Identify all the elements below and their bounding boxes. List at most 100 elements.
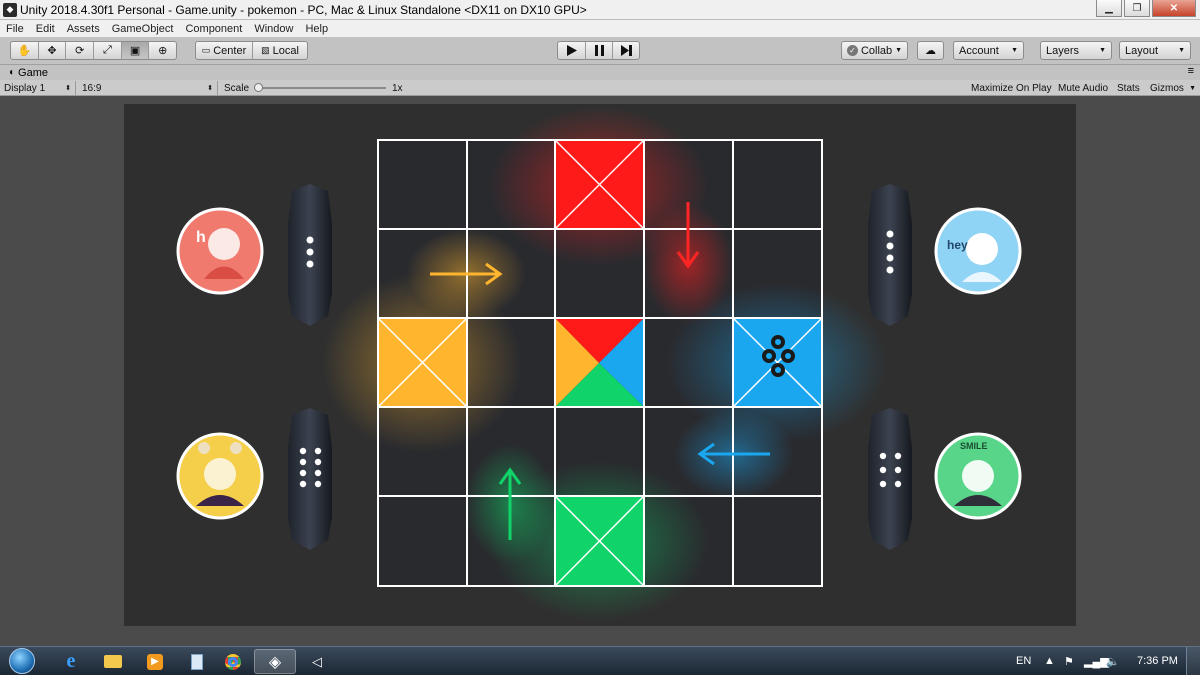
show-desktop-button[interactable]	[1186, 647, 1200, 675]
layout-dropdown[interactable]: Layout ▼	[1119, 41, 1191, 60]
menu-file[interactable]: File	[0, 23, 30, 35]
menu-component[interactable]: Component	[179, 23, 248, 35]
folder-icon	[104, 655, 122, 668]
maximize-on-play-toggle[interactable]: Maximize On Play	[971, 81, 1052, 95]
volume-icon[interactable]: 🔈	[1106, 647, 1120, 675]
game-tab[interactable]: Game	[18, 67, 48, 79]
internet-explorer-icon: e	[66, 650, 76, 672]
windows-orb-icon	[9, 648, 35, 674]
collab-dropdown[interactable]: ✓ Collab ▼	[841, 41, 908, 60]
chrome-icon	[225, 653, 241, 670]
hand-tool-button[interactable]: ✋	[11, 42, 39, 59]
close-button[interactable]: ✕	[1152, 0, 1196, 17]
pause-button[interactable]	[586, 42, 613, 59]
menu-edit[interactable]: Edit	[30, 23, 61, 35]
player-green-avatar[interactable]: SMILE	[934, 432, 1022, 520]
window-title: Unity 2018.4.30f1 Personal - Game.unity …	[20, 2, 587, 17]
taskbar-media[interactable]: ▶	[134, 649, 176, 674]
pivot-center-label: Center	[213, 44, 247, 57]
taskbar-app[interactable]: ◁	[296, 649, 338, 674]
game-viewport[interactable]: h hey SMILE	[0, 96, 1200, 646]
aspect-label: 16:9	[82, 82, 102, 94]
transform-tool-button[interactable]: ⊕	[149, 42, 176, 59]
svg-text:SMILE: SMILE	[960, 441, 988, 451]
move-tool-button[interactable]: ✥	[39, 42, 67, 59]
taskbar-ie[interactable]: e	[50, 649, 92, 674]
center-goal-tile[interactable]	[555, 318, 644, 407]
display-dropdown[interactable]: Display 1 ⬍	[4, 81, 76, 95]
red-home-tile[interactable]	[554, 139, 645, 230]
dropdown-arrow-icon: ▼	[895, 47, 902, 54]
player-blue-avatar[interactable]: hey	[934, 207, 1022, 295]
taskbar-chrome[interactable]	[212, 649, 254, 674]
play-icon	[566, 45, 577, 56]
cloud-icon: ☁	[925, 45, 936, 57]
scale-tool-button[interactable]: ⤢	[94, 42, 122, 59]
hand-icon: ✋	[17, 45, 32, 57]
scale-slider-track	[254, 87, 386, 89]
cloud-button[interactable]: ☁	[917, 41, 944, 60]
play-button[interactable]	[558, 42, 586, 59]
player-red-dice[interactable]	[288, 184, 332, 326]
windows-taskbar: e ▶ ◈ ◁ EN ▲ ⚑ ▂▄▆ 🔈 7:36 PM	[0, 646, 1200, 675]
gizmos-label: Gizmos	[1150, 82, 1184, 94]
player-green-dice[interactable]	[868, 408, 912, 550]
move-icon: ✥	[47, 45, 57, 57]
pivot-center-button[interactable]: ▭ Center	[196, 42, 253, 59]
taskbar-unity[interactable]: ◈	[254, 649, 296, 674]
player-yellow-dice[interactable]	[288, 408, 332, 550]
title-bar: ◆ Unity 2018.4.30f1 Personal - Game.unit…	[0, 0, 1200, 20]
collab-label: Collab	[860, 44, 893, 57]
player-blue-dice[interactable]	[868, 184, 912, 326]
flag-icon[interactable]: ⚑	[1064, 647, 1074, 675]
menu-assets[interactable]: Assets	[61, 23, 106, 35]
check-icon: ✓	[847, 45, 858, 56]
menu-gameobject[interactable]: GameObject	[106, 23, 180, 35]
pivot-icon: ▭	[201, 45, 211, 55]
step-button[interactable]	[613, 42, 639, 59]
blue-home-tile[interactable]	[732, 317, 823, 408]
start-button[interactable]	[4, 647, 40, 675]
main-toolbar: ✋ ✥ ⟳ ⤢ ▣ ⊕ ▭ Center ▧ Local ✓ Collab ▼ ☁ …	[0, 37, 1200, 65]
language-indicator[interactable]: EN	[1016, 647, 1031, 675]
rect-tool-button[interactable]: ▣	[121, 42, 150, 59]
player-yellow-avatar[interactable]	[176, 432, 264, 520]
game-render-area: h hey SMILE	[124, 104, 1076, 626]
menu-window[interactable]: Window	[248, 23, 299, 35]
layers-label: Layers	[1046, 44, 1080, 57]
rotate-tool-button[interactable]: ⟳	[66, 42, 95, 59]
tab-menu-icon[interactable]: ≡	[1188, 65, 1194, 77]
unity-icon: ◈	[268, 653, 282, 671]
gizmos-dropdown[interactable]: Gizmos ▼	[1150, 81, 1196, 95]
layers-dropdown[interactable]: Layers ▼	[1040, 41, 1112, 60]
notepad-icon	[191, 653, 203, 670]
aspect-dropdown[interactable]: 16:9 ⬍	[82, 81, 218, 95]
display-label: Display 1	[4, 82, 46, 94]
game-tab-icon: ◖	[8, 67, 15, 78]
scale-slider-thumb[interactable]	[254, 83, 263, 92]
menu-help[interactable]: Help	[299, 23, 334, 35]
stepper-arrows-icon: ⬍	[65, 85, 71, 92]
yellow-home-tile[interactable]	[377, 317, 468, 408]
svg-text:h: h	[196, 229, 206, 246]
player-red-avatar[interactable]: h	[176, 207, 264, 295]
pivot-local-button[interactable]: ▧ Local	[253, 42, 307, 59]
scale-slider[interactable]	[254, 81, 386, 95]
minimize-button[interactable]: ▁	[1096, 0, 1122, 17]
taskbar-explorer[interactable]	[92, 649, 134, 674]
game-view-bar: Display 1 ⬍ 16:9 ⬍ Scale 1x Maximize On …	[0, 80, 1200, 96]
restore-button[interactable]: ❐	[1124, 0, 1150, 17]
mute-audio-toggle[interactable]: Mute Audio	[1058, 81, 1108, 95]
scale-value: 1x	[392, 82, 403, 94]
media-player-icon: ▶	[147, 653, 163, 670]
menu-bar: File Edit Assets GameObject Component Wi…	[0, 20, 1200, 37]
pivot-local-label: Local	[272, 44, 299, 57]
green-home-tile[interactable]	[554, 495, 645, 587]
network-icon[interactable]: ▂▄▆	[1084, 647, 1109, 675]
tray-expand-icon[interactable]: ▲	[1044, 647, 1055, 675]
clock[interactable]: 7:36 PM	[1137, 647, 1178, 675]
account-dropdown[interactable]: Account ▼	[953, 41, 1024, 60]
play-controls	[557, 41, 640, 60]
stats-toggle[interactable]: Stats	[1117, 81, 1140, 95]
transform-tools: ✋ ✥ ⟳ ⤢ ▣ ⊕	[10, 41, 177, 60]
